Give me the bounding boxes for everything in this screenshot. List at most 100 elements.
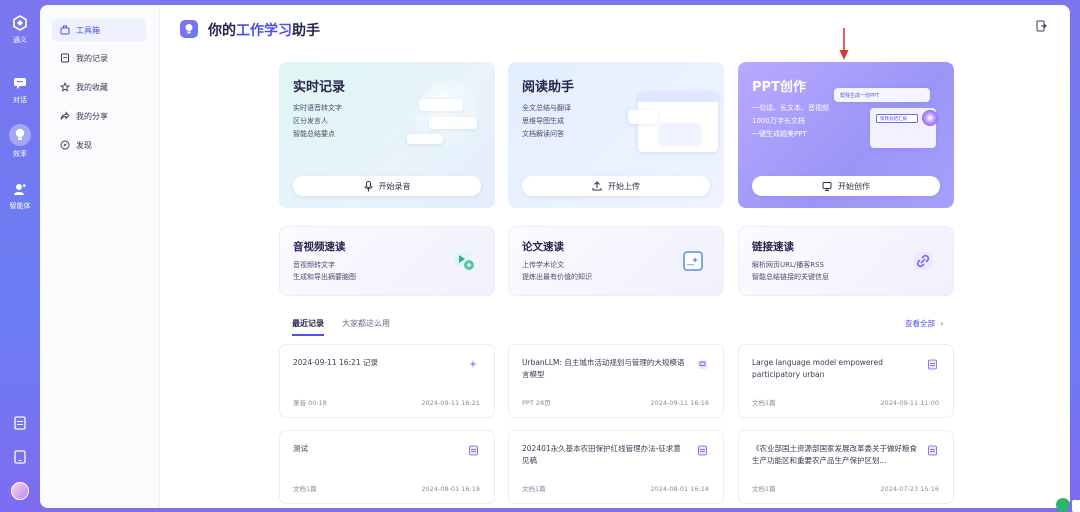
record-time: 2024-08-01 16:14 [650,485,709,493]
magic-wand-icon [922,110,938,126]
upload-icon [592,181,602,191]
record-title: 《农业部国土资源部国家发展改革委关于做好粮食生产功能区和重要农产品生产保护区划.… [752,444,917,465]
subnav-item-label: 发现 [76,140,92,150]
card-title: 阅读助手 [522,80,575,95]
card-title: 音视频速读 [293,241,346,253]
chevron-right-icon: › [940,319,944,328]
bulb-icon [9,124,31,146]
tool-card-paper[interactable]: 论文速读 上传学术论文 提炼出最有价值的知识 [508,226,724,296]
record-card[interactable]: 《农业部国土资源部国家发展改革委关于做好粮食生产功能区和重要农产品生产保护区划.… [738,430,954,504]
record-title: 202401永久基本农田保护红线管理办法-征求意见稿 [522,444,681,465]
start-upload-button[interactable]: 开始上传 [522,176,710,196]
record-meta: 录音 00:18 [293,399,327,407]
doc-icon [925,357,939,371]
start-create-button[interactable]: 开始创作 [752,176,940,196]
star-icon [60,82,70,92]
document-icon[interactable] [0,416,40,430]
record-time: 2024-09-11 11:00 [880,399,939,407]
rail-item-label: 智能体 [9,202,31,210]
card-title: 实时记录 [293,80,346,95]
subnav-item-label: 我的收藏 [76,82,108,92]
ppt-icon [822,182,832,191]
card-description: 一句话、长文本、音视频 1000万字长文档 一键生成超美PPT [752,104,829,138]
view-all-link[interactable]: 查看全部 › [905,318,943,329]
record-card[interactable]: 2024-09-11 16:21 记录 录音 00:18 2024-09-11 … [279,344,495,418]
tablet-icon[interactable] [0,450,40,464]
record-meta: 文档1篇 [522,485,546,493]
record-card[interactable]: 202401永久基本农田保护红线管理办法-征求意见稿 文档1篇 2024-08-… [508,430,724,504]
card-title: PPT创作 [752,80,806,95]
link-icon [909,247,937,275]
card-title: 链接速读 [752,241,794,253]
record-card[interactable]: 测试 文档1篇 2024-08-01 16:18 [279,430,495,504]
subnav-item-label: 我的记录 [76,53,108,63]
agent-icon [11,180,29,198]
main-panel: 工具箱 我的记录 我的收藏 我的分享 发现 你的工作学习助手 实时记录 实时语音… [40,5,1070,508]
subnav-item-shares[interactable]: 我的分享 [52,105,146,127]
subnav-item-records[interactable]: 我的记录 [52,47,146,69]
doc-icon [925,443,939,457]
rail-item-chat[interactable]: 对话 [0,74,40,105]
exit-icon[interactable] [1032,17,1050,35]
record-time: 2024-09-11 16:16 [650,399,709,407]
subnav-item-label: 工具箱 [76,25,100,35]
record-title: 2024-09-11 16:21 记录 [293,358,378,367]
rail-item-label: 效率 [13,150,27,158]
card-title: 论文速读 [522,241,564,253]
record-title: Large language model empowered participa… [752,358,883,379]
start-recording-button[interactable]: 开始录音 [293,176,481,196]
tongyi-logo-icon [11,14,29,32]
record-time: 2024-07-23 15:16 [880,485,939,493]
avatar[interactable] [0,482,40,500]
feature-card-realtime[interactable]: 实时记录 实时语音转文字 区分发言人 智能总结要点 开始录音 [279,62,495,208]
status-icon[interactable] [1056,498,1070,512]
record-title: UrbanLLM: 自主城市活动规划与管理的大规模语言模型 [522,358,685,379]
record-time: 2024-08-01 16:18 [421,485,480,493]
chat-icon [11,74,29,92]
record-card[interactable]: UrbanLLM: 自主城市活动规划与管理的大规模语言模型 PPT 28页 20… [508,344,724,418]
record-meta: 文档1篇 [752,399,776,407]
assistant-logo-icon [180,20,198,38]
logo[interactable]: 通义 [0,14,40,45]
toolbox-icon [60,25,70,35]
subnav-item-discover[interactable]: 发现 [52,134,146,156]
rail-item-label: 对话 [13,96,27,104]
logo-label: 通义 [13,36,27,44]
share-icon [60,111,70,120]
rail-item-agent[interactable]: 智能体 [0,180,40,211]
tool-card-av[interactable]: 音视频速读 音视频转文字 生成和导出摘要脑图 [279,226,495,296]
page-title: 你的工作学习助手 [208,23,320,39]
card-description: 解析网页URL/播客RSS 智能总结链接的关键信息 [752,261,829,281]
record-card[interactable]: Large language model empowered participa… [738,344,954,418]
record-meta: 文档1篇 [293,485,317,493]
ppt-icon [695,357,709,371]
doc-icon [466,443,480,457]
feature-card-reading[interactable]: 阅读助手 全文总结与翻译 思维导图生成 文档解读问答 开始上传 [508,62,724,208]
play-icon [450,247,478,275]
card-description: 实时语音转文字 区分发言人 智能总结要点 [293,104,342,138]
doc-icon [695,443,709,457]
records-tabs: 最近记录 大家都这么用 [292,318,390,336]
feature-card-ppt[interactable]: PPT创作 一句话、长文本、音视频 1000万字长文档 一键生成超美PPT 帮我生成… [738,62,954,208]
record-meta: PPT 28页 [522,399,551,407]
sparkle-icon [466,357,480,371]
record-icon [61,53,69,63]
side-handle[interactable] [1072,500,1080,512]
record-meta: 文档1篇 [752,485,776,493]
subnav-item-favorites[interactable]: 我的收藏 [52,76,146,98]
record-time: 2024-09-11 16:21 [421,399,480,407]
tab-popular-usage[interactable]: 大家都这么用 [342,318,390,336]
app-rail: 通义 对话 效率 智能体 [0,0,40,512]
rail-item-efficiency[interactable]: 效率 [0,124,40,159]
compass-icon [60,140,70,150]
mic-icon [364,180,372,191]
subnav-item-toolbox[interactable]: 工具箱 [52,19,146,41]
paper-icon [679,247,707,275]
annotation-arrow-icon [838,28,850,62]
card-description: 上传学术论文 提炼出最有价值的知识 [522,261,592,281]
content-area: 你的工作学习助手 实时记录 实时语音转文字 区分发言人 智能总结要点 开始录音 阅读… [160,5,1070,508]
card-description: 全文总结与翻译 思维导图生成 文档解读问答 [522,104,571,138]
tool-card-link[interactable]: 链接速读 解析网页URL/播客RSS 智能总结链接的关键信息 [738,226,954,296]
tab-recent-records[interactable]: 最近记录 [292,318,324,336]
secondary-sidebar: 工具箱 我的记录 我的收藏 我的分享 发现 [40,5,160,508]
